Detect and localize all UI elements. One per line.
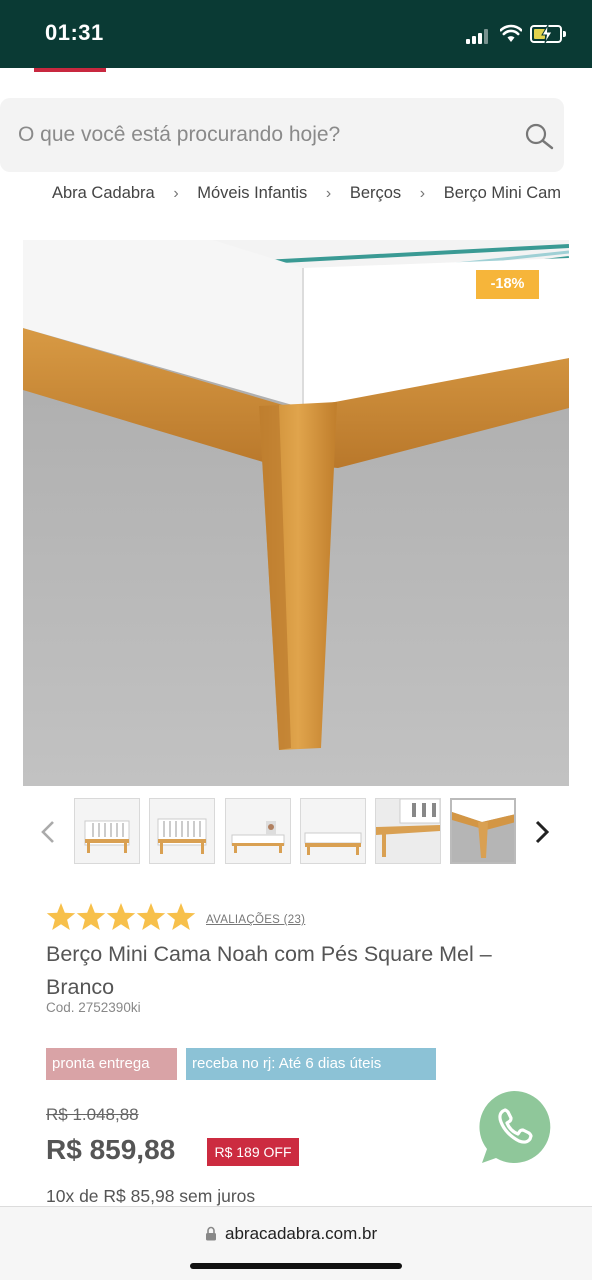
old-price: R$ 1.048,88 xyxy=(46,1105,139,1124)
product-thumbnail[interactable] xyxy=(300,798,366,864)
search-input[interactable] xyxy=(18,120,498,150)
chevron-right-icon[interactable] xyxy=(532,818,552,846)
star-icon xyxy=(76,903,106,930)
battery-nub xyxy=(563,31,566,37)
search-box[interactable] xyxy=(0,98,564,172)
product-thumbnail-selected[interactable] xyxy=(450,798,516,864)
product-code: Cod. 2752390ki xyxy=(46,1000,141,1015)
breadcrumb-item-home[interactable]: Abra Cadabra xyxy=(52,184,155,203)
product-thumbnail[interactable] xyxy=(225,798,291,864)
chevron-left-icon[interactable] xyxy=(38,818,58,846)
reviews-link[interactable]: AVALIAÇÕES (23) xyxy=(206,914,305,926)
status-time: 01:31 xyxy=(45,20,104,45)
tag-delivery-time: receba no rj: Até 6 dias úteis xyxy=(186,1048,436,1080)
current-price: R$ 859,88 xyxy=(46,1134,176,1165)
breadcrumb-item-furniture[interactable]: Móveis Infantis xyxy=(197,184,307,203)
product-main-image[interactable] xyxy=(23,240,569,786)
breadcrumb: Abra Cadabra › Móveis Infantis › Berços … xyxy=(52,184,592,208)
installments-text: 10x de R$ 85,98 sem juros xyxy=(46,1186,256,1206)
status-bar: 01:31 xyxy=(0,0,592,68)
star-icon xyxy=(106,903,136,930)
charging-bolt-icon xyxy=(541,24,553,44)
savings-badge: R$ 189 OFF xyxy=(207,1138,299,1166)
product-title: Berço Mini Cama Noah com Pés Square Mel … xyxy=(46,942,492,999)
discount-badge: -18% xyxy=(476,270,539,299)
home-indicator xyxy=(190,1263,402,1269)
star-icon xyxy=(46,903,76,930)
url-text[interactable]: abracadabra.com.br xyxy=(225,1224,377,1244)
chevron-right-icon: › xyxy=(173,185,179,202)
lock-icon xyxy=(206,1226,216,1241)
cellular-signal-icon xyxy=(466,28,492,44)
search-icon[interactable] xyxy=(524,122,554,150)
wifi-icon xyxy=(500,24,522,42)
chevron-right-icon: › xyxy=(325,185,332,202)
product-thumbnail[interactable] xyxy=(149,798,215,864)
tag-ready-delivery: pronta entrega xyxy=(46,1048,177,1080)
rating-stars xyxy=(46,903,196,930)
product-thumbnail[interactable] xyxy=(375,798,441,864)
product-thumbnail[interactable] xyxy=(74,798,140,864)
header-accent-tab xyxy=(34,68,106,72)
breadcrumb-item-cribs[interactable]: Berços xyxy=(350,184,401,203)
whatsapp-icon[interactable] xyxy=(476,1089,552,1165)
breadcrumb-item-current: Berço Mini Cam xyxy=(443,184,562,202)
star-icon xyxy=(166,903,196,930)
star-icon xyxy=(136,903,166,930)
chevron-right-icon: › xyxy=(419,185,426,202)
